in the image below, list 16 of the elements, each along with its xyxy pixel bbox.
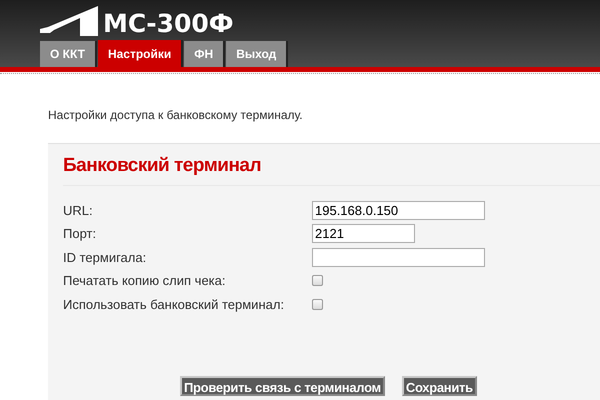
intro-text: Настройки доступа к банковскому терминалу. [48, 107, 304, 124]
field-label: ID термигала: [63, 248, 148, 267]
field-label: Порт: [63, 225, 98, 243]
text-field[interactable] [312, 248, 485, 267]
text-field[interactable]: 2121 [312, 224, 415, 244]
logo-text: МС-300Ф [103, 11, 234, 36]
field-label: Использовать банковский терминал: [63, 296, 286, 314]
action-button[interactable]: Сохранить [402, 376, 477, 396]
checkbox[interactable] [312, 298, 323, 310]
section-title: Банковский терминал [63, 152, 600, 186]
field-label: Печатать копию слип чека: [63, 272, 226, 290]
text-field[interactable]: 195.168.0.150 [312, 200, 485, 220]
tab[interactable]: Настройки [98, 40, 182, 67]
checkbox[interactable] [312, 275, 323, 286]
action-button[interactable]: Проверить связь с терминалом [180, 376, 385, 396]
field-label: URL: [63, 202, 94, 220]
